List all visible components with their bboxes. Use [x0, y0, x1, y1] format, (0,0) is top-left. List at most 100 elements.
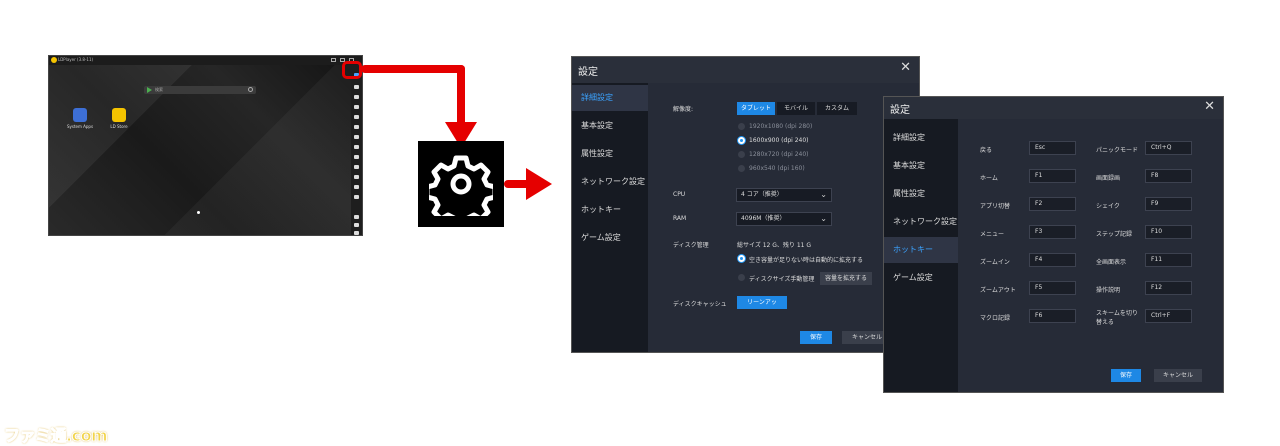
dialog-title: 設定 — [890, 105, 910, 116]
nav-game[interactable]: ゲーム設定 — [884, 265, 958, 291]
resolution-option: 1600x900 (dpi 240) — [749, 137, 809, 144]
shake-icon[interactable] — [354, 165, 359, 169]
hotkey-field-record[interactable]: F8 — [1145, 169, 1192, 183]
android-desktop: 検索 System Apps LD Store — [49, 65, 353, 235]
dialog-title: 設定 — [578, 67, 598, 78]
apk-install-icon[interactable] — [354, 135, 359, 139]
radio-1280[interactable] — [738, 151, 745, 158]
nav-network[interactable]: ネットワーク設定 — [572, 169, 648, 195]
save-button[interactable]: 保存 — [800, 331, 832, 344]
emulator-sidebar — [351, 65, 362, 235]
nav-basic[interactable]: 基本設定 — [572, 113, 648, 139]
nav-basic[interactable]: 基本設定 — [884, 153, 958, 179]
hotkey-label: 戻る — [980, 147, 993, 154]
emulator-title: LDPlayer (3.8-11) — [58, 57, 94, 62]
hotkey-label: ステップ記録 — [1096, 231, 1133, 238]
home-icon[interactable] — [354, 223, 359, 227]
hotkey-field-zoom-in[interactable]: F4 — [1029, 253, 1076, 267]
gear-zoom-panel — [418, 141, 504, 227]
disk-label: ディスク管理 — [673, 242, 709, 249]
ldplayer-logo-icon — [51, 57, 57, 63]
folder-icon[interactable] — [354, 145, 359, 149]
recent-apps-icon[interactable] — [354, 231, 359, 235]
arrow-head-right-icon — [526, 168, 552, 200]
hotkey-label: 全画面表示 — [1096, 259, 1127, 266]
settings-dialog-advanced: 設定 ✕ 詳細設定 基本設定 属性設定 ネットワーク設定 ホットキー ゲーム設定… — [571, 56, 920, 353]
fullscreen-icon[interactable] — [354, 115, 359, 119]
radio-disk-auto[interactable] — [738, 255, 745, 262]
hotkey-label: ズームイン — [980, 259, 1010, 266]
play-store-icon — [147, 87, 152, 93]
hotkey-field-home[interactable]: F1 — [1029, 169, 1076, 183]
hotkey-field-scheme[interactable]: Ctrl+F — [1145, 309, 1192, 323]
settings-main: 解像度: タブレット モバイル カスタム 1920x1080 (dpi 280)… — [648, 83, 919, 352]
close-icon[interactable]: ✕ — [1204, 100, 1215, 114]
tab-custom[interactable]: カスタム — [817, 102, 857, 115]
ld-store-icon — [112, 108, 126, 122]
hotkey-label: 画面録画 — [1096, 175, 1121, 182]
tab-mobile[interactable]: モバイル — [777, 102, 815, 115]
nav-hotkeys[interactable]: ホットキー — [572, 197, 648, 223]
chevron-down-icon: ⌄ — [820, 190, 827, 199]
app-ld-store[interactable]: LD Store — [104, 108, 134, 129]
gear-highlight-box — [342, 61, 362, 79]
hotkey-field-shake[interactable]: F9 — [1145, 197, 1192, 211]
nav-advanced[interactable]: 詳細設定 — [572, 85, 648, 111]
gear-icon — [429, 155, 493, 216]
hotkey-label: ズームアウト — [980, 287, 1016, 294]
hotkey-field-fullscreen[interactable]: F11 — [1145, 253, 1192, 267]
close-icon[interactable]: ✕ — [900, 61, 911, 75]
hotkey-field-menu[interactable]: F3 — [1029, 225, 1076, 239]
resolution-option: 1280x720 (dpi 240) — [749, 151, 809, 158]
screenshot-icon[interactable] — [354, 125, 359, 129]
ram-value: 4096M（推奨） — [741, 215, 786, 222]
search-icon[interactable] — [248, 87, 253, 92]
hotkey-field-zoom-out[interactable]: F5 — [1029, 281, 1076, 295]
ram-select[interactable]: 4096M（推奨） ⌄ — [736, 212, 832, 226]
hotkey-field-panic[interactable]: Ctrl+Q — [1145, 141, 1192, 155]
nav-advanced[interactable]: 詳細設定 — [884, 125, 958, 151]
app-system-apps[interactable]: System Apps — [65, 108, 95, 129]
nav-properties[interactable]: 属性設定 — [572, 141, 648, 167]
nav-properties[interactable]: 属性設定 — [884, 181, 958, 207]
back-icon[interactable] — [354, 215, 359, 219]
hotkey-field-app-switch[interactable]: F2 — [1029, 197, 1076, 211]
rotate-icon[interactable] — [354, 175, 359, 179]
nav-hotkeys[interactable]: ホットキー — [884, 237, 958, 263]
resolution-label: 解像度: — [673, 106, 694, 113]
ram-label: RAM — [673, 215, 687, 222]
save-button[interactable]: 保存 — [1111, 369, 1141, 382]
search-bar[interactable]: 検索 — [144, 86, 256, 94]
keyboard-icon[interactable] — [354, 85, 359, 89]
settings-nav: 詳細設定 基本設定 属性設定 ネットワーク設定 ホットキー ゲーム設定 — [572, 83, 648, 352]
disk-info: 総サイズ 12 G、残り 11 G — [737, 242, 812, 249]
radio-1920[interactable] — [738, 123, 745, 130]
nav-game[interactable]: ゲーム設定 — [572, 225, 648, 251]
settings-dialog-hotkeys: 設定 ✕ 詳細設定 基本設定 属性設定 ネットワーク設定 ホットキー ゲーム設定… — [883, 96, 1224, 393]
hotkey-label: シェイク — [1096, 203, 1120, 210]
radio-1600[interactable] — [738, 137, 745, 144]
volume-down-icon[interactable] — [354, 105, 359, 109]
volume-up-icon[interactable] — [354, 95, 359, 99]
expand-disk-button[interactable]: 容量を拡充する — [820, 272, 872, 285]
dialog-header: 設定 ✕ — [884, 97, 1223, 119]
hotkey-field-help[interactable]: F12 — [1145, 281, 1192, 295]
arrow-line-vertical — [457, 65, 465, 127]
record-icon[interactable] — [354, 155, 359, 159]
hotkey-label: メニュー — [980, 231, 1005, 238]
radio-960[interactable] — [738, 165, 745, 172]
nav-network[interactable]: ネットワーク設定 — [884, 209, 958, 235]
hotkey-label: スキームを切り替える — [1096, 310, 1138, 326]
tab-tablet[interactable]: タブレット — [737, 102, 775, 115]
clean-cache-button[interactable]: リーンアッ — [737, 296, 787, 309]
minimize-icon[interactable] — [331, 58, 336, 62]
radio-disk-manual[interactable] — [738, 274, 745, 281]
hotkey-field-back[interactable]: Esc — [1029, 141, 1076, 155]
multi-instance-icon[interactable] — [354, 185, 359, 189]
cpu-value: 4 コア（推奨） — [741, 191, 783, 198]
more-icon[interactable] — [354, 195, 359, 199]
cpu-select[interactable]: 4 コア（推奨） ⌄ — [736, 188, 832, 202]
cancel-button[interactable]: キャンセル — [1154, 369, 1202, 382]
hotkey-field-macro[interactable]: F6 — [1029, 309, 1076, 323]
hotkey-field-step-record[interactable]: F10 — [1145, 225, 1192, 239]
